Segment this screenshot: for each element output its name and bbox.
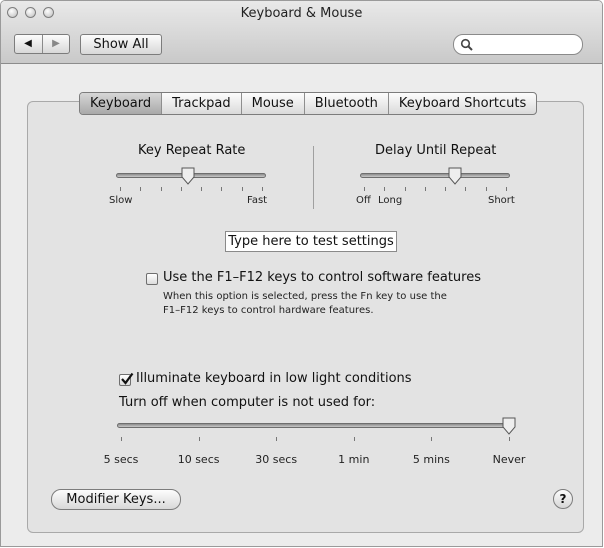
timeout-label-30-secs: 30 secs: [255, 453, 298, 466]
preferences-window: Keyboard & Mouse ◀ ▶ Show All Keyboard Tr…: [0, 0, 603, 547]
illumination-timeout-slider-track[interactable]: [117, 423, 513, 428]
search-icon: [460, 38, 473, 51]
slider-tick: [221, 187, 223, 191]
slider-tick: [465, 187, 467, 191]
tab-mouse[interactable]: Mouse: [240, 93, 304, 114]
slider-tick: [509, 437, 510, 441]
tab-keyboard[interactable]: Keyboard: [80, 93, 162, 114]
fkeys-label[interactable]: Use the F1–F12 keys to control software …: [163, 270, 481, 285]
tab-keyboard-shortcuts[interactable]: Keyboard Shortcuts: [387, 93, 536, 114]
slider-tick: [241, 187, 243, 191]
fkeys-help-line2: F1–F12 keys to control hardware features…: [163, 305, 374, 316]
tab-trackpad[interactable]: Trackpad: [161, 93, 241, 114]
timeout-label-5-secs: 5 secs: [103, 453, 139, 466]
checkmark-icon: [121, 372, 134, 385]
tab-bar: Keyboard Trackpad Mouse Bluetooth Keyboard S…: [79, 92, 538, 115]
fkeys-checkbox[interactable]: [146, 273, 158, 285]
slider-tick: [384, 187, 386, 191]
tab-bluetooth[interactable]: Bluetooth: [303, 93, 388, 114]
short-label: Short: [488, 195, 515, 206]
title-bar: Keyboard & Mouse ◀ ▶ Show All: [1, 1, 602, 64]
slider-tick: [160, 187, 162, 191]
slider-tick: [424, 187, 426, 191]
slider-tick: [121, 437, 122, 441]
fast-label: Fast: [247, 195, 268, 206]
timeout-label-never: Never: [492, 453, 526, 466]
back-button[interactable]: ◀: [15, 37, 41, 51]
slider-tick: [506, 187, 507, 191]
forward-button[interactable]: ▶: [43, 37, 69, 51]
illumination-timeout-slider-knob[interactable]: [502, 417, 516, 435]
slider-tick: [353, 437, 355, 441]
tab-panel: [27, 101, 584, 533]
turn-off-label: Turn off when computer is not used for:: [119, 395, 376, 410]
timeout-label-1-min: 1 min: [338, 453, 370, 466]
slider-tick: [364, 187, 365, 191]
slider-tick: [262, 187, 263, 191]
illuminate-label[interactable]: Illuminate keyboard in low light conditi…: [136, 371, 412, 386]
key-repeat-rate-label: Key Repeat Rate: [138, 143, 246, 158]
illuminate-checkbox[interactable]: [119, 372, 134, 386]
slider-tick: [431, 437, 433, 441]
slider-tick: [485, 187, 487, 191]
back-forward-control: ◀ ▶: [14, 34, 70, 54]
slider-tick: [120, 187, 121, 191]
search-field[interactable]: [453, 34, 583, 55]
slider-tick: [198, 437, 200, 441]
long-label: Long: [378, 195, 403, 206]
slider-tick: [201, 187, 203, 191]
test-settings-field[interactable]: Type here to test settings: [225, 231, 397, 252]
delay-until-repeat-label: Delay Until Repeat: [375, 143, 497, 158]
modifier-keys-button[interactable]: Modifier Keys...: [51, 489, 181, 510]
slider-tick: [445, 187, 447, 191]
key-repeat-rate-slider-knob[interactable]: [181, 167, 195, 185]
delay-until-repeat-slider-track[interactable]: [360, 173, 510, 178]
slider-tick: [180, 187, 182, 191]
help-button[interactable]: ?: [553, 489, 573, 509]
fkeys-help-line1: When this option is selected, press the …: [163, 291, 447, 302]
delay-until-repeat-slider-knob[interactable]: [448, 167, 462, 185]
timeout-label-10-secs: 10 secs: [177, 453, 220, 466]
slow-label: Slow: [109, 195, 133, 206]
slider-tick: [276, 437, 278, 441]
slider-tick: [140, 187, 142, 191]
window-title: Keyboard & Mouse: [240, 6, 363, 21]
timeout-label-5-mins: 5 mins: [412, 453, 450, 466]
off-label: Off: [356, 195, 371, 206]
slider-divider: [313, 146, 314, 209]
slider-tick: [404, 187, 406, 191]
show-all-button[interactable]: Show All: [80, 34, 162, 55]
search-input[interactable]: [476, 36, 576, 52]
